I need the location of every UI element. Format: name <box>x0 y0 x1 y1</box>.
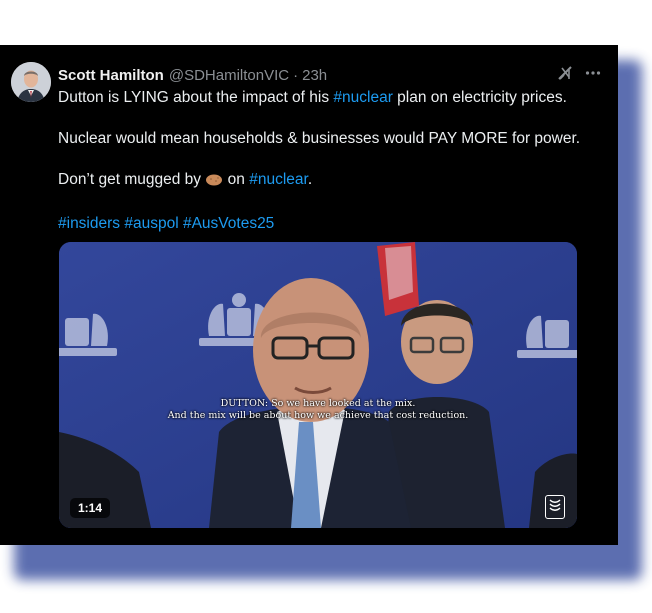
author-handle[interactable]: @SDHamiltonVIC <box>169 67 289 84</box>
hashtag-link[interactable]: #nuclear <box>333 89 392 106</box>
tweet-text: Don’t get mugged by <box>58 171 206 188</box>
tweet-text: Dutton is LYING about the impact of his <box>58 89 334 106</box>
potato-emoji <box>205 173 223 193</box>
hashtag-link[interactable]: #AusVotes25 <box>183 215 274 232</box>
tweet-line-3: Don’t get mugged by on #nuclear. <box>58 170 606 193</box>
caption-line-2: And the mix will be about how we achieve… <box>167 410 469 421</box>
header-actions <box>556 64 602 86</box>
tweet-text: plan on electricity prices. <box>392 89 567 106</box>
caption-line-1: DUTTON: So we have looked at the mix. <box>220 398 416 409</box>
tweet-line-2: Nuclear would mean households & business… <box>58 130 581 147</box>
hashtag-line: #insiders #auspol #AusVotes25 <box>58 214 606 234</box>
meta-separator: · <box>293 66 299 84</box>
tweet-card[interactable]: Scott Hamilton @SDHamiltonVIC · 23h Dutt… <box>0 45 618 545</box>
hashtag-link[interactable]: #insiders <box>58 215 120 232</box>
grok-icon[interactable] <box>556 64 574 86</box>
video-caption: DUTTON: So we have looked at the mix. An… <box>59 398 577 422</box>
tweet-text: . <box>307 171 313 188</box>
video-player[interactable]: DUTTON: So we have looked at the mix. An… <box>59 242 577 528</box>
avatar[interactable] <box>11 62 51 102</box>
avatar-image <box>11 62 51 102</box>
abc-news-logo <box>545 495 565 519</box>
post-time[interactable]: 23h <box>302 67 327 84</box>
tweet-header: Scott Hamilton @SDHamiltonVIC · 23h <box>58 64 602 86</box>
more-icon[interactable] <box>584 64 602 86</box>
video-duration-badge: 1:14 <box>70 498 111 518</box>
tweet-body: Dutton is LYING about the impact of his … <box>58 88 606 234</box>
video-frame <box>59 242 577 528</box>
hashtag-link[interactable]: #nuclear <box>249 171 308 188</box>
author-name[interactable]: Scott Hamilton <box>58 67 164 84</box>
tweet-text: on <box>223 171 250 188</box>
hashtag-link[interactable]: #auspol <box>124 215 178 232</box>
tweet-line-1: Dutton is LYING about the impact of his … <box>58 88 606 108</box>
